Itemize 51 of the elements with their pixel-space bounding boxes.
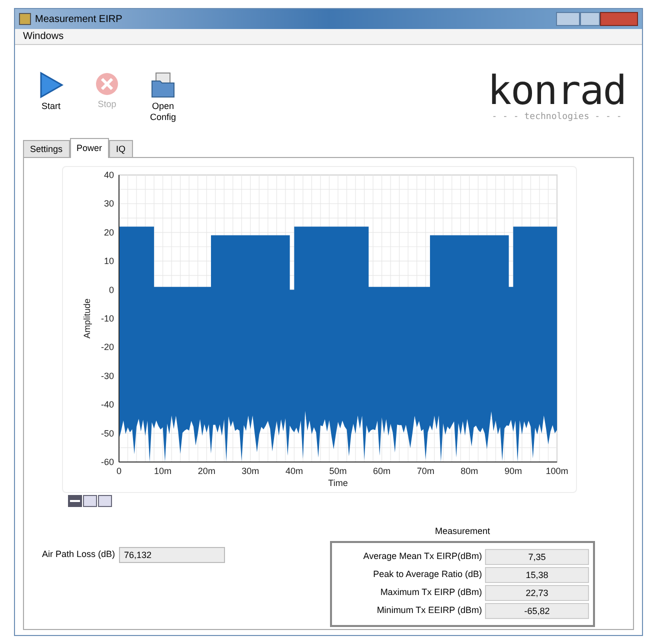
measurement-value: -65,82: [485, 602, 589, 618]
close-button[interactable]: [600, 12, 638, 26]
x-tick-label: 100m: [546, 466, 568, 476]
y-axis-label: Amplitude: [82, 298, 92, 339]
window-title: Measurement EIRP: [35, 12, 122, 26]
y-tick-label: 40: [104, 170, 114, 180]
minimize-button[interactable]: [556, 12, 580, 26]
y-tick-label: -40: [100, 400, 114, 410]
y-tick-label: 30: [104, 198, 114, 209]
y-tick-label: -30: [100, 370, 114, 381]
measurement-value: 22,73: [485, 584, 589, 600]
x-tick-label: 60m: [373, 466, 391, 476]
y-tick-label: -10: [100, 314, 114, 324]
y-tick-label: -60: [100, 457, 114, 467]
tab[interactable]: Settings: [23, 140, 70, 157]
y-tick-label: 0: [108, 284, 114, 295]
x-tick-label: 80m: [460, 466, 478, 476]
measurement-value: 7,35: [485, 548, 589, 564]
x-tick-label: 50m: [329, 466, 347, 476]
measurement-label: Maximum Tx EIRP (dBm): [380, 586, 482, 599]
group-title: Measurement: [434, 525, 490, 538]
field-label: Air Path Loss (dB): [42, 548, 116, 562]
measurement-label: Minimum Tx EEIRP (dBm): [376, 604, 482, 617]
x-tick-label: 30m: [242, 466, 260, 476]
y-tick-label: -20: [100, 342, 114, 352]
x-tick-label: 40m: [285, 466, 303, 476]
x-tick-label: 70m: [416, 466, 434, 476]
y-tick-label: 20: [104, 227, 114, 238]
air-path-loss-field[interactable]: 76,132: [119, 547, 226, 563]
measurement-value: 15,38: [485, 566, 589, 582]
close-icon: [94, 71, 120, 97]
play-icon: [38, 71, 64, 99]
measurement-label: Average Mean Tx EIRP(dBm): [363, 550, 482, 563]
y-tick-label: 10: [104, 256, 114, 266]
toolbar-button[interactable]: Open Config: [135, 71, 191, 123]
logo-tagline: - - - technologies - - -: [492, 111, 622, 124]
logo-wordmark: konrad: [488, 71, 626, 111]
x-tick-label: 0: [116, 466, 122, 476]
tab[interactable]: IQ: [109, 140, 133, 157]
menu-item[interactable]: Windows: [19, 29, 68, 44]
measurement-label: Peak to Average Ratio (dB): [373, 568, 482, 581]
toolbar-button[interactable]: Start: [23, 71, 79, 112]
x-tick-label: 90m: [504, 466, 522, 476]
x-axis-label: Time: [328, 478, 348, 488]
app-icon: [19, 13, 31, 25]
tab[interactable]: Power: [70, 138, 110, 158]
maximize-button[interactable]: [580, 12, 600, 26]
x-tick-label: 20m: [198, 466, 216, 476]
x-tick-label: 10m: [154, 466, 172, 476]
y-tick-label: -50: [100, 428, 114, 438]
folder-icon: [149, 71, 177, 99]
